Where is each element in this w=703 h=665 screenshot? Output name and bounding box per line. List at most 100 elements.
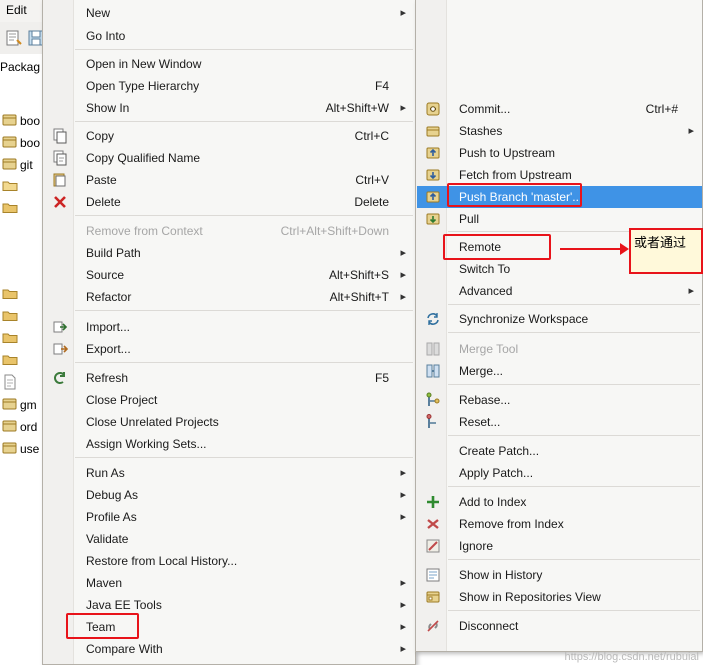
submenu-item-label: Ignore [459, 539, 494, 553]
menu-item-restore-from-local-history[interactable]: Restore from Local History... [44, 550, 415, 572]
submenu-item-reset[interactable]: Reset... [417, 411, 702, 433]
file-icon [2, 374, 18, 390]
pull-icon [425, 211, 441, 227]
team-submenu[interactable]: Commit... Ctrl+# Stashes ▸ Push to Upstream F… [415, 0, 703, 652]
menu-item-compare-with[interactable]: Compare With ▸ [44, 638, 415, 660]
tree-item[interactable] [2, 374, 20, 390]
tree-item[interactable]: gm [2, 396, 37, 412]
tree-item[interactable] [2, 308, 20, 324]
submenu-item-show-in-history[interactable]: Show in History [417, 564, 702, 586]
chevron-right-icon: ▸ [400, 489, 406, 501]
stash-icon [425, 123, 441, 139]
context-menu-main[interactable]: New ▸ Go Into Open in New Window Open Type H… [42, 0, 416, 665]
submenu-item-merge[interactable]: Merge... [417, 360, 702, 382]
submenu-item-label: Merge... [459, 364, 504, 378]
submenu-item-push-to-upstream[interactable]: Push to Upstream [417, 142, 702, 164]
menu-item-new[interactable]: New ▸ [44, 2, 415, 24]
merge-icon [425, 363, 441, 379]
submenu-separator [448, 559, 700, 560]
history-icon [425, 567, 441, 583]
menu-item-label: Build Path [86, 246, 141, 260]
package-icon [2, 418, 18, 434]
menu-item-label: Open Type Hierarchy [86, 79, 200, 93]
remote-highlight-box [443, 234, 551, 260]
tree-item[interactable]: boo [2, 112, 40, 128]
submenu-item-remove-from-index[interactable]: Remove from Index [417, 513, 702, 535]
tree-item[interactable] [2, 286, 20, 302]
menu-item-maven[interactable]: Maven ▸ [44, 572, 415, 594]
package-icon [2, 396, 18, 412]
submenu-item-label: Show in History [459, 568, 543, 582]
tree-item[interactable]: ord [2, 418, 37, 434]
submenu-item-commit[interactable]: Commit... Ctrl+# [417, 98, 702, 120]
delete-icon [52, 194, 68, 210]
submenu-item-label: Add to Index [459, 495, 527, 509]
export-icon [52, 341, 68, 357]
submenu-item-rebase[interactable]: Rebase... [417, 389, 702, 411]
submenu-item-disconnect[interactable]: Disconnect [417, 615, 702, 637]
menu-item-paste[interactable]: Paste Ctrl+V [44, 169, 415, 191]
submenu-item-pull[interactable]: Pull [417, 208, 702, 230]
menu-item-profile-as[interactable]: Profile As ▸ [44, 506, 415, 528]
menu-item-debug-as[interactable]: Debug As ▸ [44, 484, 415, 506]
menu-item-label: Debug As [86, 488, 139, 502]
submenu-item-advanced[interactable]: Advanced ▸ [417, 280, 702, 302]
tree-item[interactable]: use [2, 440, 39, 456]
annotation-note: 或者通过 [629, 228, 703, 274]
disconnect-icon [425, 618, 441, 634]
chevron-right-icon: ▸ [400, 621, 406, 633]
submenu-item-show-in-repositories-view[interactable]: Show in Repositories View [417, 586, 702, 608]
menu-item-build-path[interactable]: Build Path ▸ [44, 242, 415, 264]
submenu-item-label: Commit... [459, 102, 511, 116]
menu-item-close-unrelated-projects[interactable]: Close Unrelated Projects [44, 411, 415, 433]
menu-item-copy-qualified-name[interactable]: Copy Qualified Name [44, 147, 415, 169]
submenu-separator [448, 610, 700, 611]
submenu-item-create-patch[interactable]: Create Patch... [417, 440, 702, 462]
menu-item-run-as[interactable]: Run As ▸ [44, 462, 415, 484]
menu-item-open-in-new-window[interactable]: Open in New Window [44, 53, 415, 75]
menu-item-go-into[interactable]: Go Into [44, 25, 415, 47]
tree-item[interactable]: git [2, 156, 33, 172]
submenu-item-add-to-index[interactable]: Add to Index [417, 491, 702, 513]
menu-item-label: Delete [86, 195, 121, 209]
menu-item-open-type-hierarchy[interactable]: Open Type Hierarchy F4 [44, 75, 415, 97]
submenu-item-stashes[interactable]: Stashes ▸ [417, 120, 702, 142]
menu-item-refresh[interactable]: Refresh F5 [44, 367, 415, 389]
chevron-right-icon: ▸ [400, 599, 406, 611]
chevron-right-icon: ▸ [400, 643, 406, 655]
submenu-separator [448, 304, 700, 305]
menu-item-validate[interactable]: Validate [44, 528, 415, 550]
tree-item[interactable] [2, 352, 20, 368]
menu-item-source[interactable]: Source Alt+Shift+S ▸ [44, 264, 415, 286]
folder-icon [2, 200, 18, 216]
menu-item-delete[interactable]: Delete Delete [44, 191, 415, 213]
submenu-separator [448, 486, 700, 487]
new-wizard-icon[interactable] [4, 28, 24, 48]
menu-separator [75, 310, 413, 311]
menu-item-label: Maven [86, 576, 123, 590]
menu-item-import[interactable]: Import... [44, 316, 415, 338]
tree-item[interactable] [2, 200, 20, 216]
push-branch-icon [425, 189, 441, 205]
menu-item-export[interactable]: Export... [44, 338, 415, 360]
fetch-icon [425, 167, 441, 183]
menu-item-accelerator: Ctrl+V [355, 173, 389, 187]
menu-item-label: Close Project [86, 393, 158, 407]
submenu-item-synchronize-workspace[interactable]: Synchronize Workspace [417, 308, 702, 330]
menu-item-copy[interactable]: Copy Ctrl+C [44, 125, 415, 147]
submenu-item-ignore[interactable]: Ignore [417, 535, 702, 557]
submenu-item-label: Pull [459, 212, 480, 226]
package-icon [2, 134, 18, 150]
tree-item-label: ord [20, 420, 38, 434]
menu-item-label: Source [86, 268, 125, 282]
menu-item-show-in[interactable]: Show In Alt+Shift+W ▸ [44, 97, 415, 119]
tree-item[interactable] [2, 330, 20, 346]
submenu-item-label: Stashes [459, 124, 503, 138]
menu-item-refactor[interactable]: Refactor Alt+Shift+T ▸ [44, 286, 415, 308]
menu-item-assign-working-sets[interactable]: Assign Working Sets... [44, 433, 415, 455]
tree-item[interactable] [2, 178, 20, 194]
tree-item[interactable]: boo [2, 134, 40, 150]
menu-item-close-project[interactable]: Close Project [44, 389, 415, 411]
submenu-item-apply-patch[interactable]: Apply Patch... [417, 462, 702, 484]
menubar-item-edit[interactable]: Edit [6, 3, 27, 17]
